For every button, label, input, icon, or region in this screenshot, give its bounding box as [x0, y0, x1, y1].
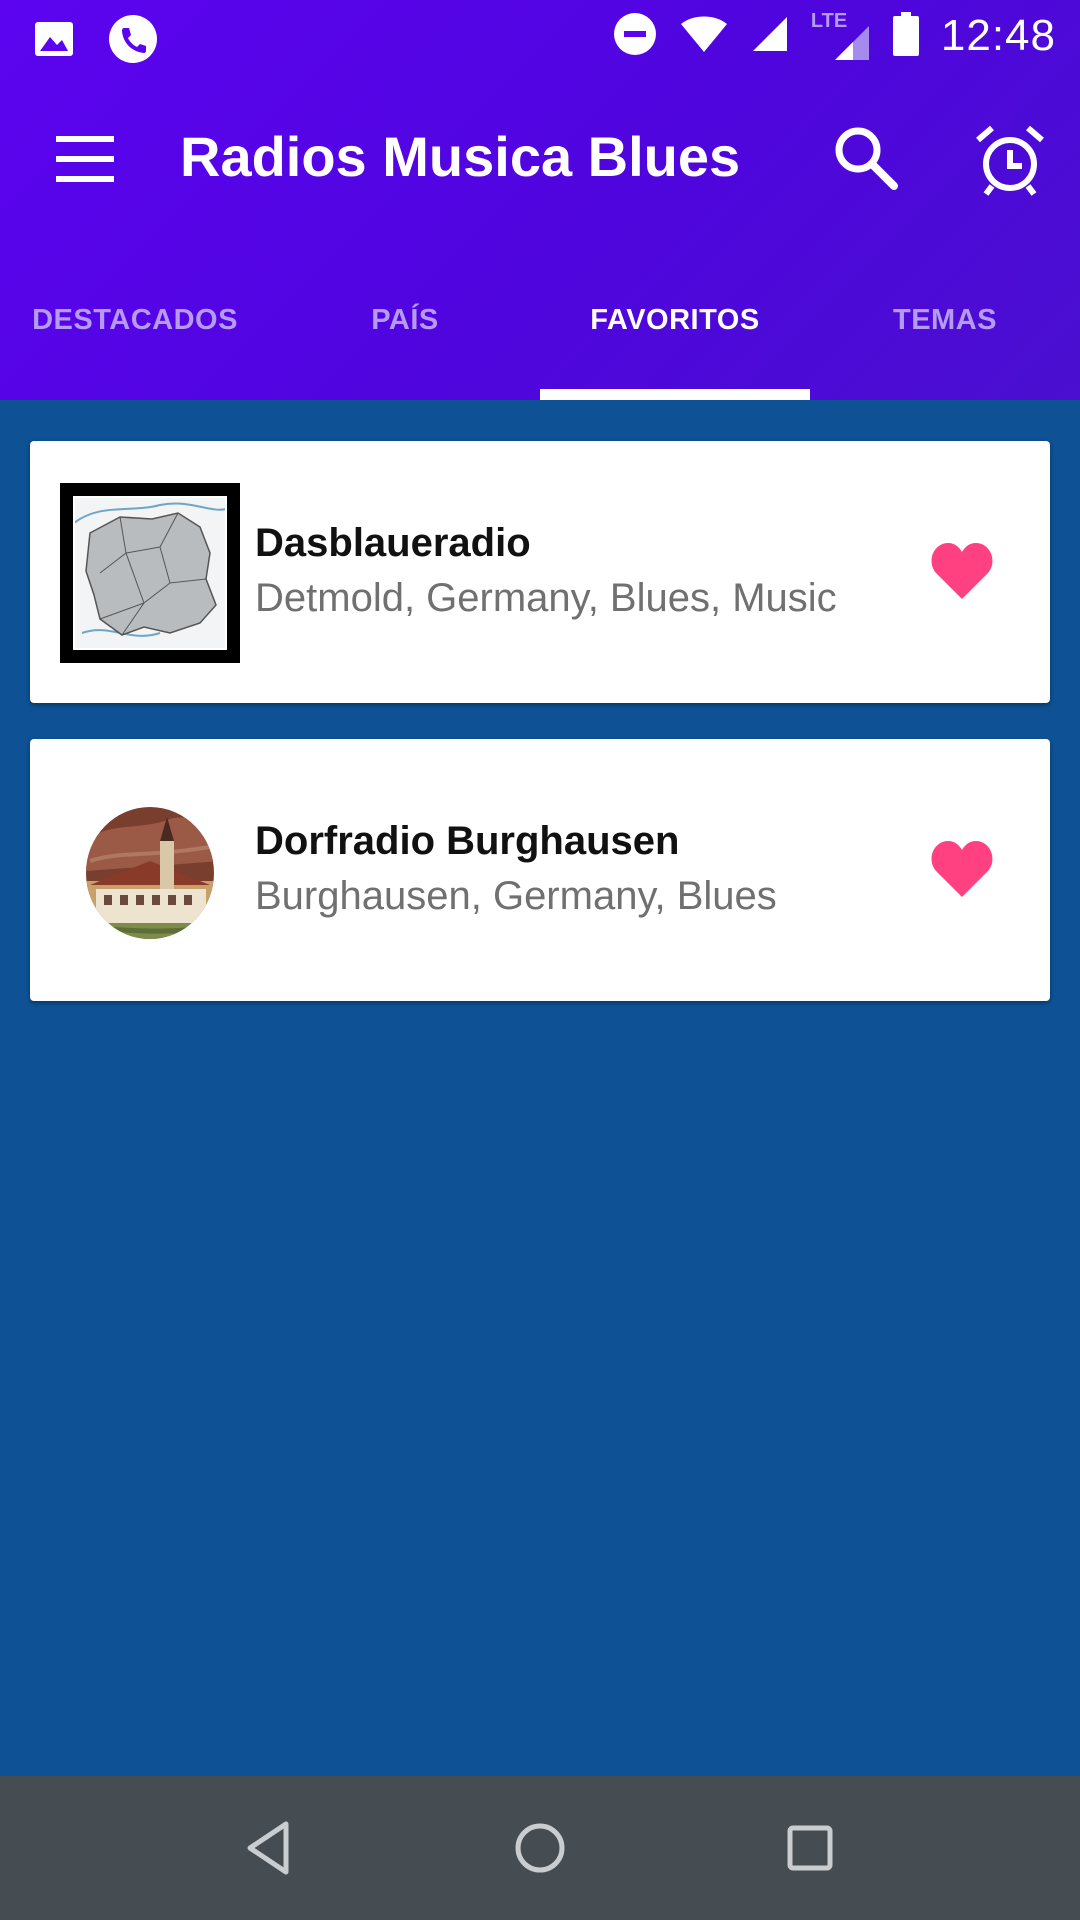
tab-favoritos[interactable]: FAVORITOS [540, 276, 810, 400]
app-title: Radios Musica Blues [180, 125, 741, 188]
toolbar: Radios Musica Blues [0, 78, 1080, 238]
home-icon[interactable] [508, 1816, 572, 1880]
heart-icon[interactable] [930, 839, 994, 899]
heart-icon[interactable] [930, 541, 994, 601]
alarm-icon[interactable] [972, 122, 1048, 198]
radio-card[interactable]: Dasblaueradio Detmold, Germany, Blues, M… [30, 441, 1050, 703]
station-thumbnail-map [60, 483, 240, 663]
recents-icon[interactable] [778, 1816, 842, 1880]
tab-temas[interactable]: TEMAS [810, 276, 1080, 400]
tab-destacados[interactable]: DESTACADOS [0, 276, 270, 400]
signal-icon [751, 15, 789, 58]
tab-bar: DESTACADOS PAÍS FAVORITOS TEMAS [0, 276, 1080, 400]
tab-pais[interactable]: PAÍS [270, 276, 540, 400]
wifi-icon [679, 14, 729, 59]
station-name: Dasblaueradio [255, 521, 531, 565]
station-details: Burghausen, Germany, Blues [255, 874, 777, 918]
status-bar: LTE 12:48 [0, 0, 1080, 78]
station-thumbnail-village [60, 781, 240, 961]
clock: 12:48 [940, 11, 1056, 60]
back-icon[interactable] [238, 1816, 302, 1880]
system-nav-bar [0, 1776, 1080, 1920]
menu-icon[interactable] [50, 124, 120, 194]
lte-signal-icon: LTE [811, 10, 871, 62]
radio-card[interactable]: Dorfradio Burghausen Burghausen, Germany… [30, 739, 1050, 1001]
battery-icon [892, 11, 919, 61]
do-not-disturb-icon [613, 12, 657, 61]
phone-icon [108, 14, 158, 69]
station-name: Dorfradio Burghausen [255, 819, 680, 863]
station-details: Detmold, Germany, Blues, Music [255, 576, 837, 620]
app-bar: LTE 12:48 Radios Musica Blues DESTACADOS… [0, 0, 1080, 400]
image-icon [34, 21, 74, 62]
search-icon[interactable] [830, 122, 902, 194]
tab-indicator [540, 389, 810, 400]
